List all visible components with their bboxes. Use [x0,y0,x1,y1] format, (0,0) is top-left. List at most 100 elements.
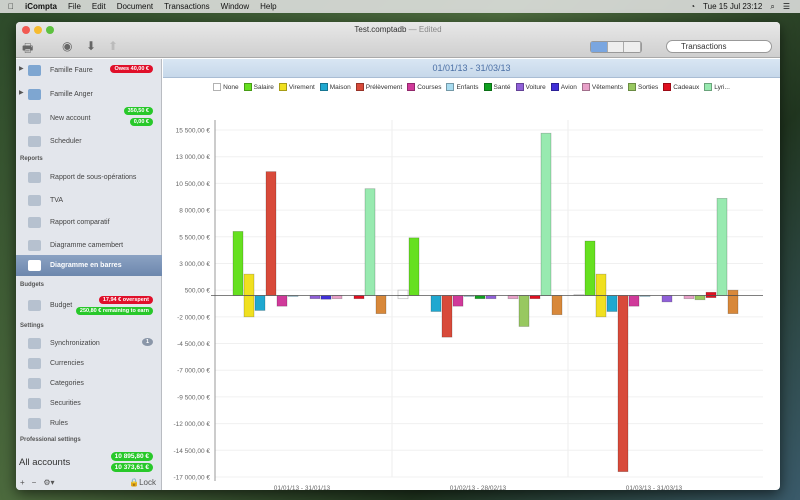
legend-swatch [627,83,636,91]
y-tick-label: 8 000,00 € [179,208,210,215]
y-tick-label: 5 500,00 € [179,234,210,241]
clock[interactable]: Tue 15 Jul 23:12 [703,2,762,12]
sidebar-item-report[interactable]: Rapport de sous-opérations [16,168,162,186]
all-accounts-label[interactable]: All accounts [19,457,70,468]
account-icon[interactable]: ◉ [62,39,72,53]
bar-chart-icon [28,260,41,271]
legend-swatch [243,83,252,91]
export-icon[interactable]: ⬆ [108,39,118,53]
y-tick-label: 13 000,00 € [176,154,211,161]
folder-icon [28,88,41,100]
bar [595,273,607,296]
bar [694,295,706,301]
list-icon[interactable]: ☰ [783,2,790,12]
sidebar-item-currencies[interactable]: Currencies [16,354,162,372]
legend-swatch [581,83,590,91]
bar [551,295,563,316]
bar [727,289,739,296]
y-tick-label: -4 500,00 € [177,341,210,348]
apple-icon[interactable]:  [8,2,14,11]
bar [364,188,376,296]
y-tick-label: 3 000,00 € [179,261,210,268]
report-icon [28,216,41,228]
tags-icon [28,377,41,389]
view-left[interactable] [591,42,608,52]
folder-icon [28,64,41,76]
account-icon [28,112,41,124]
search-input[interactable]: Transactions [666,40,772,53]
gear-menu-button[interactable]: ⚙▾ [43,478,54,487]
y-tick-label: -14 500,00 € [173,448,210,455]
legend-item: Courses [407,83,441,91]
add-button[interactable]: + [20,478,25,487]
lock-icon: 🔒 [129,478,140,487]
menu-transactions[interactable]: Transactions [164,2,210,11]
legend-item: Sorties [627,83,658,91]
sidebar-item-categories[interactable]: Categories [16,374,162,392]
sidebar-item-report[interactable]: Rapport comparatif [16,213,162,231]
legend-label: Voiture [525,83,546,91]
legend-swatch [663,83,672,91]
lock-button[interactable]: 🔒Lock [129,478,156,487]
bar [507,295,519,300]
menu-app[interactable]: iCompta [25,2,57,11]
bar [628,295,640,307]
menu-document[interactable]: Document [117,2,153,11]
title-bar: Test.comptadb — Edited 🖶 ◉ ⬇ ⬆ Transacti… [16,22,780,58]
bar [595,295,607,318]
legend-label: Prélèvement [365,83,403,91]
remaining-badge: 250,80 € remaining to earn [75,307,153,315]
main-content: 01/01/13 - 31/03/13 None Salaire Virement M… [163,59,780,490]
legend-item: Voiture [515,83,546,91]
y-tick-label: 15 500,00 € [176,128,211,135]
legend-label: Lyri... [714,83,730,91]
menu-window[interactable]: Window [221,2,249,11]
sidebar-item-scheduler[interactable]: Scheduler [16,132,162,150]
bar [265,171,277,296]
menu-help[interactable]: Help [260,2,276,11]
period-header[interactable]: 01/01/13 - 31/03/13 [163,59,780,78]
bar [331,295,343,300]
legend-label: Maison [329,83,351,91]
bar [243,273,255,296]
remove-button[interactable]: − [32,478,37,487]
legend-item: None [213,83,239,91]
legend-swatch [704,83,713,91]
bar [705,291,717,296]
bar [584,240,596,296]
legend-swatch [407,83,416,91]
sidebar-item-famille-anger[interactable]: Famille Anger [16,85,162,103]
stocks-icon [28,397,41,409]
sidebar-item-securities[interactable]: Securities [16,394,162,412]
y-tick-label: -9 500,00 € [177,394,210,401]
view-middle[interactable] [608,42,625,52]
sidebar-item-bar-chart[interactable]: Diagramme en barres [16,255,162,276]
bar [243,295,255,318]
gauge-icon [28,299,41,311]
sidebar-item-report[interactable]: Diagramme camembert [16,236,162,254]
import-icon[interactable]: ⬇ [86,39,96,53]
view-right[interactable] [624,42,642,52]
view-segmented-control[interactable] [590,41,642,53]
legend-item: Avion [550,83,577,91]
sidebar-item-rules[interactable]: Rules [16,414,162,432]
balance-badge: 350,50 € [123,107,153,115]
total-balance-badge: 10 895,80 € [110,452,153,461]
legend-swatch [213,83,222,91]
legend-swatch [319,83,328,91]
print-icon[interactable]: 🖶 [22,39,33,60]
sync-icon [28,337,41,349]
legend-item: Cadeaux [663,83,699,91]
sidebar: ▶ Famille Faure Owes 40,00 € ▶ Famille A… [16,59,162,490]
menu-edit[interactable]: Edit [92,2,106,11]
legend-item: Lyri... [704,83,730,91]
total-balance-badge: 10 373,61 € [110,463,153,472]
sidebar-item-synchronization[interactable]: Synchronization [16,334,162,352]
bar [606,295,618,312]
sidebar-item-report[interactable]: TVA [16,191,162,209]
legend-label: Santé [493,83,511,91]
wifi-icon[interactable]: ◔ [690,2,695,12]
menu-file[interactable]: File [68,2,81,11]
spotlight-icon[interactable]: ⌕ [770,2,774,12]
menu-bar:  iCompta File Edit Document Transaction… [0,0,800,13]
